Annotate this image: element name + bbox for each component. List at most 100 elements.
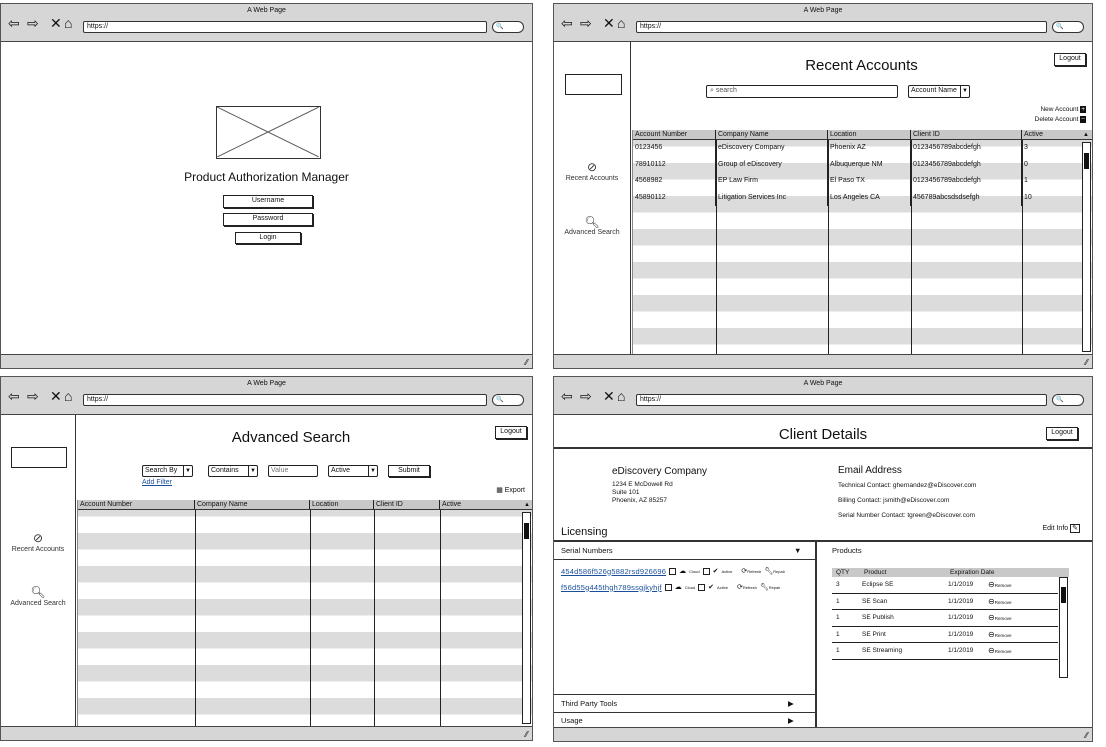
remove-button[interactable]: ⊖Remove (988, 610, 1011, 626)
logout-button[interactable]: Logout (495, 426, 527, 439)
app-title: Product Authorization Manager (184, 170, 349, 184)
forward-arrow-icon[interactable]: ⇨ (27, 16, 39, 30)
column-header[interactable]: Company Name (716, 130, 828, 139)
table-row[interactable]: 4568982 EP Law Firm El Paso TX 0123456789ab… (633, 173, 1092, 190)
back-arrow-icon[interactable]: ⇦ (8, 389, 20, 403)
submit-button[interactable]: Submit (388, 465, 430, 477)
delete-account-button[interactable]: Delete Account − (1035, 116, 1086, 123)
back-arrow-icon[interactable]: ⇦ (561, 16, 573, 30)
forward-arrow-icon[interactable]: ⇨ (27, 389, 39, 403)
cloud-checkbox[interactable] (669, 567, 677, 575)
logout-button[interactable]: Logout (1046, 427, 1078, 440)
table-scrollbar[interactable] (522, 512, 531, 724)
url-bar[interactable]: https:// (636, 394, 1047, 406)
close-icon[interactable]: ✕ (603, 389, 615, 403)
sidebar-item-recent-accounts[interactable]: Recent Accounts (554, 175, 630, 182)
username-input[interactable]: Username (223, 195, 313, 208)
third-party-tools-section[interactable]: Third Party Tools ▶ (554, 694, 815, 712)
sort-arrow-icon[interactable]: ▲ (522, 500, 532, 509)
refresh-button[interactable]: ⟳Refresh (737, 583, 757, 591)
forward-arrow-icon[interactable]: ⇨ (580, 16, 592, 30)
browser-search-field[interactable]: 🔍 (1052, 394, 1084, 406)
home-icon[interactable]: ⌂ (617, 16, 625, 30)
column-header[interactable]: Active (1022, 130, 1081, 139)
resize-grip-icon[interactable]: ⁄⁄ (1085, 358, 1088, 367)
column-header[interactable]: Location (310, 500, 374, 509)
close-icon[interactable]: ✕ (603, 16, 615, 30)
serial-numbers-header[interactable]: Serial Numbers ▼ (554, 542, 815, 560)
remove-button[interactable]: ⊖Remove (988, 643, 1011, 659)
compass-icon[interactable]: ⊘ (554, 160, 630, 174)
value-input[interactable]: Value (268, 465, 318, 477)
repair-button[interactable]: 🔧︎Repair (764, 567, 785, 575)
url-bar[interactable]: https:// (83, 394, 487, 406)
column-header[interactable]: Company Name (195, 500, 310, 509)
back-arrow-icon[interactable]: ⇦ (8, 16, 20, 30)
table-scrollbar[interactable] (1082, 142, 1091, 352)
refresh-button[interactable]: ⟳Refresh (741, 567, 761, 575)
home-icon[interactable]: ⌂ (64, 16, 72, 30)
export-button[interactable]: ▦ Export (496, 486, 525, 494)
column-header[interactable]: Active (440, 500, 522, 509)
client-details-window: A Web Page ⇦ ⇨ ✕ ⌂ https:// 🔍 Client Details L… (553, 376, 1093, 742)
home-icon[interactable]: ⌂ (64, 389, 72, 403)
resize-grip-icon[interactable]: ⁄⁄ (525, 730, 528, 739)
repair-button[interactable]: 🔧︎Repair (760, 583, 781, 591)
search-icon[interactable]: 🔍︎ (554, 215, 630, 229)
active-checkbox[interactable] (702, 567, 710, 575)
column-header[interactable]: Client ID (911, 130, 1022, 139)
sidebar-item-advanced-search[interactable]: Advanced Search (1, 600, 75, 607)
edit-info-button[interactable]: Edit Info ✎ (1042, 524, 1080, 533)
new-account-button[interactable]: New Account + (1040, 106, 1086, 113)
back-arrow-icon[interactable]: ⇦ (561, 389, 573, 403)
sidebar-item-recent-accounts[interactable]: Recent Accounts (1, 546, 75, 553)
active-checkbox[interactable] (698, 583, 706, 591)
table-row[interactable]: 0123456 eDiscovery Company Phoenix AZ 01234… (633, 140, 1092, 157)
url-bar[interactable]: https:// (636, 21, 1047, 33)
window-title: A Web Page (247, 7, 286, 14)
browser-search-field[interactable]: 🔍 (492, 394, 524, 406)
account-field-select[interactable]: Account Name ▼ (908, 85, 970, 98)
qty-cell: 1 (836, 614, 840, 621)
products-scrollbar[interactable] (1059, 577, 1068, 678)
table-row[interactable]: 78910112 Group of eDiscovery Albuquerque N… (633, 156, 1092, 173)
add-filter-link[interactable]: Add Filter (142, 479, 172, 486)
column-header[interactable]: Location (828, 130, 911, 139)
forward-arrow-icon[interactable]: ⇨ (580, 389, 592, 403)
column-header[interactable]: Account Number (633, 130, 716, 139)
search-input[interactable]: ⌕ search (706, 85, 898, 98)
password-input[interactable]: Password (223, 213, 313, 226)
compass-icon[interactable]: ⊘ (1, 531, 75, 545)
remove-button[interactable]: ⊖Remove (988, 577, 1011, 593)
table-row[interactable]: 45890112 Litigation Services Inc Los Angel… (633, 189, 1092, 206)
expiration-cell: 1/1/2019 (948, 630, 974, 638)
status-bar: ⁄⁄ (554, 727, 1092, 741)
close-icon[interactable]: ✕ (50, 16, 62, 30)
resize-grip-icon[interactable]: ⁄⁄ (525, 358, 528, 367)
qty-cell: 1 (836, 597, 840, 605)
close-icon[interactable]: ✕ (50, 389, 62, 403)
chevron-down-icon: ▼ (368, 466, 377, 476)
logout-button[interactable]: Logout (1054, 53, 1086, 66)
login-button[interactable]: Login (235, 232, 301, 244)
url-bar[interactable]: https:// (83, 21, 487, 33)
remove-button[interactable]: ⊖Remove (988, 594, 1011, 610)
column-header[interactable]: Client ID (374, 500, 440, 509)
serial-number-link[interactable]: 454d586f526g5882rsd926696 (561, 567, 666, 576)
active-select[interactable]: Active ▼ (328, 465, 378, 477)
remove-button[interactable]: ⊖Remove (988, 627, 1011, 643)
search-by-select[interactable]: Search By ▼ (142, 465, 193, 477)
serial-number-link[interactable]: f56d55g445thgh789ssgjkyhjf (561, 583, 662, 592)
sort-arrow-icon[interactable]: ▲ (1081, 130, 1091, 139)
cloud-checkbox[interactable] (664, 583, 672, 591)
sidebar-item-advanced-search[interactable]: Advanced Search (554, 229, 630, 236)
home-icon[interactable]: ⌂ (617, 389, 625, 403)
contains-select[interactable]: Contains ▼ (208, 465, 258, 477)
resize-grip-icon[interactable]: ⁄⁄ (1085, 731, 1088, 740)
search-icon[interactable]: 🔍︎ (1, 585, 75, 599)
browser-search-field[interactable]: 🔍 (492, 21, 524, 33)
recent-accounts-window: A Web Page ⇦ ⇨ ✕ ⌂ https:// 🔍 ⊘ Recent Account… (553, 3, 1093, 369)
column-header[interactable]: Account Number (78, 500, 195, 509)
product-cell: SE Streaming (862, 647, 903, 654)
browser-search-field[interactable]: 🔍 (1052, 21, 1084, 33)
